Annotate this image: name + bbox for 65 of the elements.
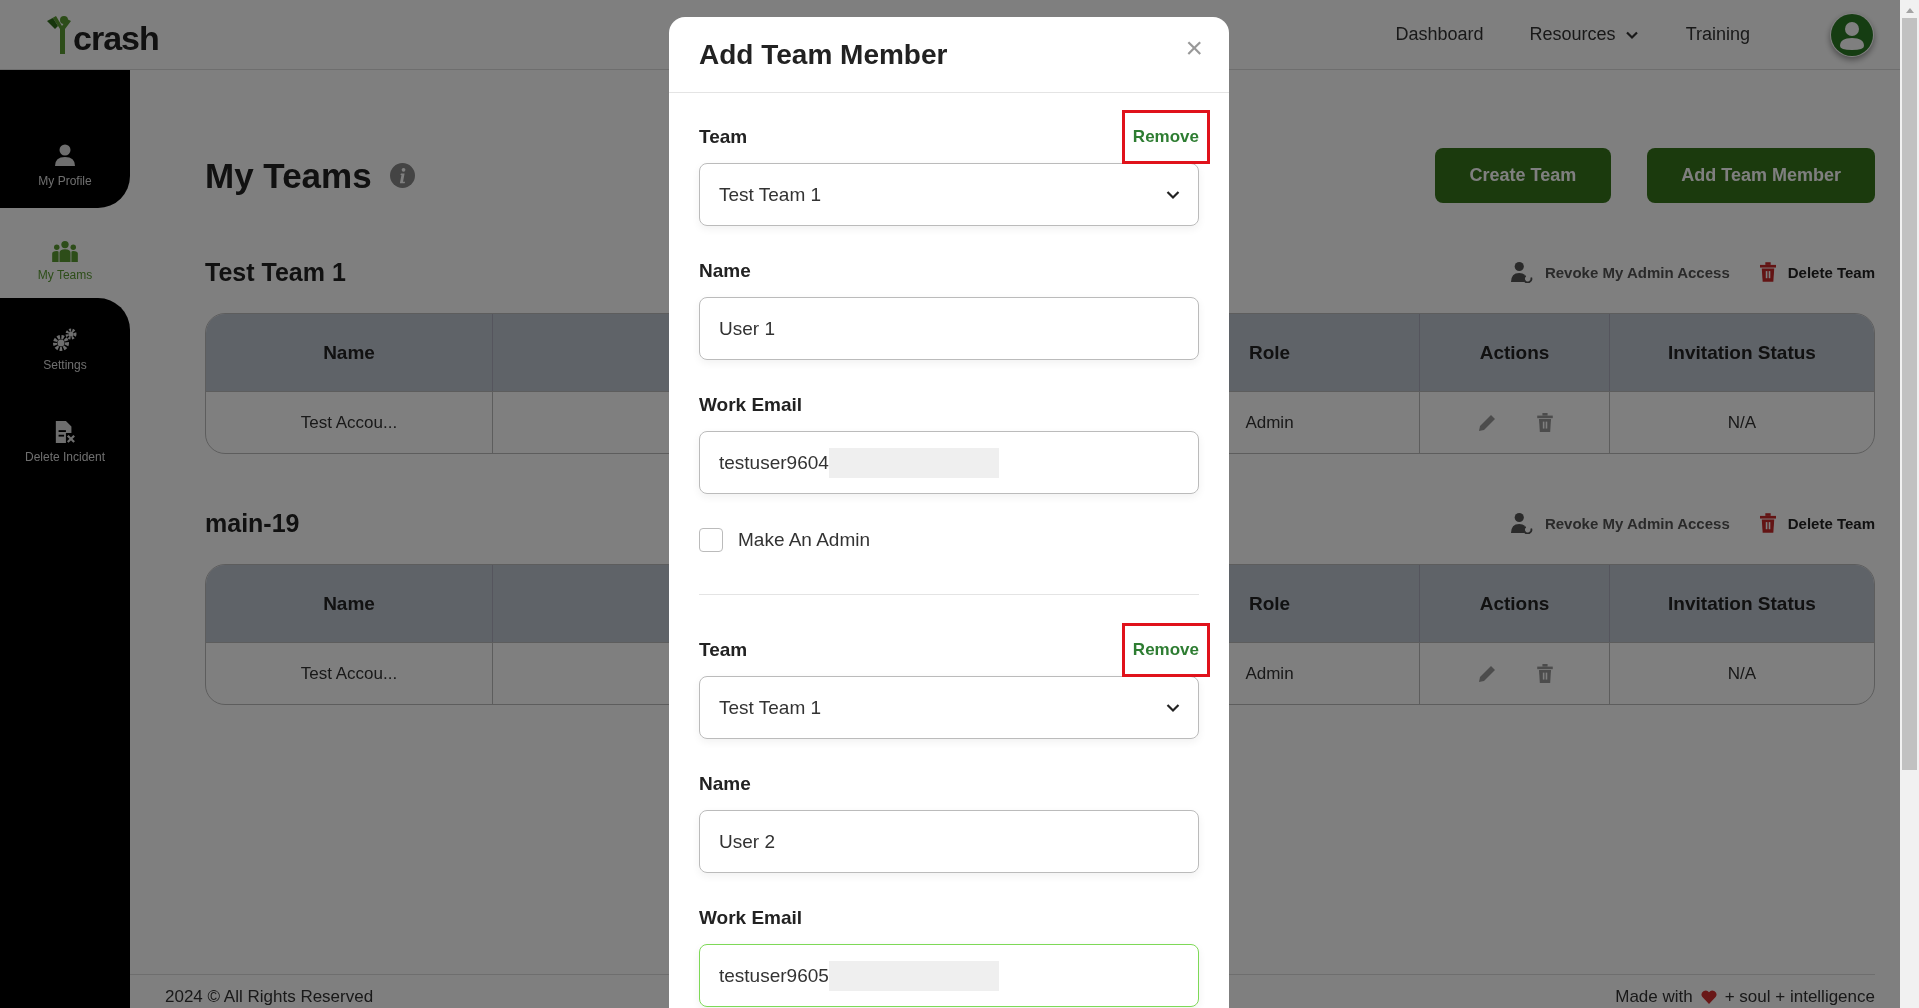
team-select[interactable]: Test Team 1	[699, 676, 1199, 739]
group-icon	[51, 240, 79, 262]
scroll-up-icon[interactable]	[1904, 6, 1915, 14]
trash-icon	[1759, 262, 1776, 282]
table-cell-text: Test Accou...	[299, 662, 399, 685]
column-header: Invitation Status	[1609, 565, 1874, 642]
column-header: Invitation Status	[1609, 314, 1874, 391]
copyright-text: 2024 © All Rights Reserved	[165, 987, 374, 1007]
field-label: Work Email	[699, 394, 804, 416]
user-icon	[53, 142, 77, 168]
info-icon[interactable]	[389, 163, 415, 188]
field-label: Name	[699, 260, 752, 282]
team-select[interactable]: Test Team 1	[699, 163, 1199, 226]
nav-link[interactable]: Training	[1685, 24, 1750, 45]
column-header: Actions	[1419, 565, 1609, 642]
remove-link[interactable]: Remove	[1121, 623, 1210, 677]
trash-icon[interactable]	[1536, 413, 1553, 432]
sidebar-item[interactable]: Delete Incident	[0, 390, 130, 482]
user-revoke-icon	[1510, 512, 1533, 534]
tagline-text: + soul + intelligence	[1724, 987, 1875, 1007]
team-name: main-19	[205, 508, 300, 538]
nav-dropdown[interactable]: Resources	[1529, 24, 1640, 45]
column-header: Name	[322, 340, 376, 365]
nav-link[interactable]: Dashboard	[1395, 24, 1484, 45]
avatar-icon[interactable]	[1830, 12, 1874, 57]
page-title: My Teams	[205, 155, 372, 196]
table-cell-text: Test Accou...	[299, 411, 399, 434]
checkbox[interactable]	[699, 528, 723, 552]
trash-icon[interactable]	[1536, 664, 1553, 683]
document-delete-icon	[54, 420, 76, 444]
column-header: Actions	[1419, 314, 1609, 391]
dialog-title: Add Team Member	[699, 38, 948, 71]
name-field[interactable]: User 1	[699, 297, 1199, 360]
field-label: Work Email	[699, 907, 804, 929]
field-label: Name	[699, 773, 752, 795]
close-button[interactable]: ×	[1181, 32, 1207, 63]
pencil-icon[interactable]	[1476, 663, 1497, 684]
made-with-text: Made with	[1615, 987, 1693, 1007]
user-revoke-icon	[1510, 261, 1533, 283]
email-field[interactable]: testuser9605	[699, 944, 1199, 1007]
heart-icon	[1700, 990, 1717, 1004]
pencil-icon[interactable]	[1476, 412, 1497, 433]
logo-text: crash	[73, 20, 159, 55]
delete-team-link[interactable]: Delete Team	[1759, 513, 1875, 533]
email-field[interactable]: testuser9604	[699, 431, 1199, 494]
trash-icon	[1759, 513, 1776, 533]
sidebar-item[interactable]: Settings	[0, 298, 130, 390]
primary-button[interactable]: Create Team	[1434, 148, 1612, 203]
gears-icon	[52, 328, 78, 352]
sidebar-item[interactable]: My Profile	[0, 70, 130, 208]
field-label: Team	[699, 639, 748, 661]
column-header: Name	[322, 591, 376, 616]
remove-link[interactable]: Remove	[1121, 110, 1210, 164]
checkbox-label: Make An Admin	[738, 529, 871, 551]
team-name: Test Team 1	[205, 257, 346, 287]
scrollbar-thumb[interactable]	[1902, 18, 1917, 770]
name-field[interactable]: User 2	[699, 810, 1199, 873]
delete-team-link[interactable]: Delete Team	[1759, 262, 1875, 282]
scrollbar[interactable]	[1900, 0, 1919, 1008]
primary-button[interactable]: Add Team Member	[1647, 148, 1875, 203]
revoke-admin-link[interactable]: Revoke My Admin Access	[1510, 261, 1730, 283]
table-cell: N/A	[1609, 392, 1874, 453]
field-label: Team	[699, 126, 748, 148]
table-cell: N/A	[1609, 643, 1874, 704]
revoke-admin-link[interactable]: Revoke My Admin Access	[1510, 512, 1730, 534]
